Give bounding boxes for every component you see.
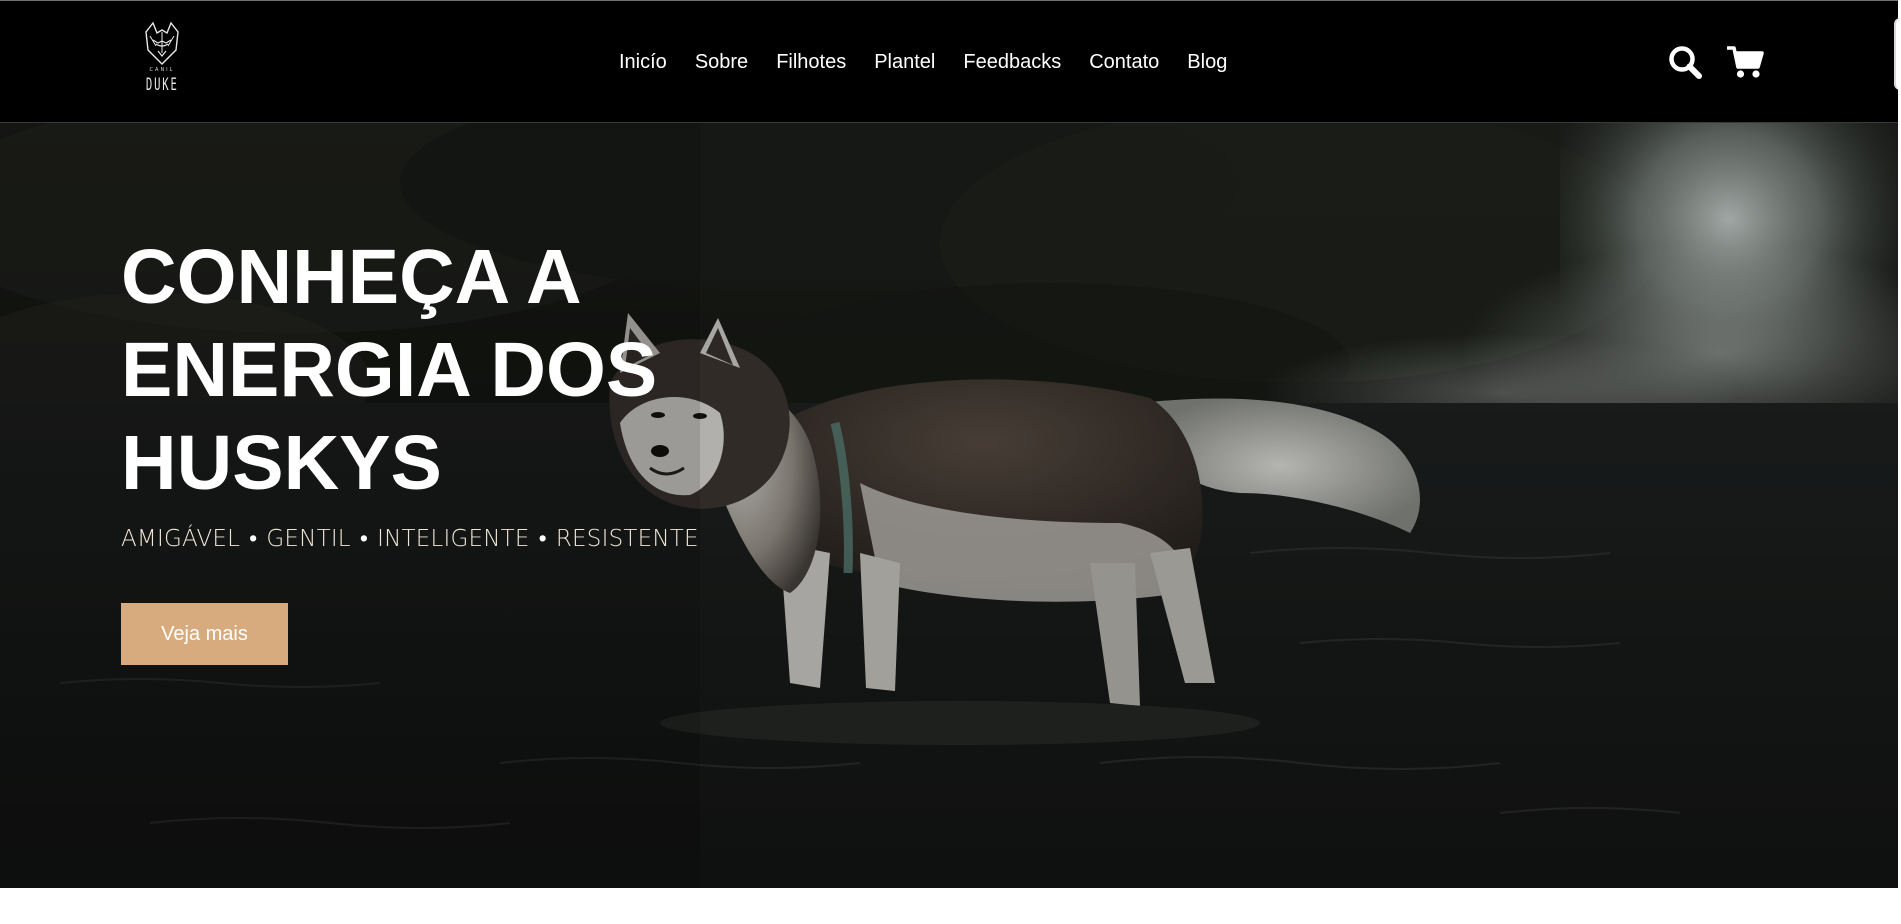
- cart-button[interactable]: [1726, 45, 1765, 79]
- search-icon: [1669, 46, 1702, 79]
- logo-brand-text: DUKE: [145, 75, 179, 95]
- hero-title: CONHEÇA A ENERGIA DOS HUSKYS: [121, 231, 741, 510]
- logo[interactable]: CANIL DUKE: [136, 20, 188, 102]
- hero-tagline: AMIGÁVEL • GENTIL • INTELIGENTE • RESISTENTE: [121, 525, 699, 552]
- nav-item-blog[interactable]: Blog: [1187, 48, 1227, 76]
- husky-head-icon: [145, 21, 179, 65]
- page: CONHEÇA A ENERGIA DOS HUSKYS AMIGÁVEL • GE…: [0, 0, 1901, 924]
- nav-item-sobre[interactable]: Sobre: [695, 48, 748, 76]
- hero-title-line: HUSKYS: [121, 420, 442, 506]
- tagline-separator: •: [249, 526, 258, 552]
- veja-mais-button[interactable]: Veja mais: [121, 603, 288, 665]
- site-header: CANIL DUKE Inicío Sobre Filhotes Plantel…: [0, 0, 1898, 123]
- tagline-word: AMIGÁVEL: [121, 526, 241, 552]
- nav-item-contato[interactable]: Contato: [1089, 48, 1159, 76]
- logo-small-text: CANIL: [149, 67, 175, 73]
- main-nav: Inicío Sobre Filhotes Plantel Feedbacks …: [619, 48, 1227, 76]
- tagline-word: INTELIGENTE: [377, 526, 530, 552]
- tagline-word: GENTIL: [266, 526, 351, 552]
- search-button[interactable]: [1668, 45, 1702, 79]
- nav-item-plantel[interactable]: Plantel: [874, 48, 935, 76]
- tagline-separator: •: [538, 526, 547, 552]
- hero-banner: CONHEÇA A ENERGIA DOS HUSKYS AMIGÁVEL • GE…: [0, 123, 1898, 888]
- hero-title-line: ENERGIA DOS: [121, 327, 658, 413]
- cart-icon: [1726, 46, 1764, 78]
- nav-item-feedbacks[interactable]: Feedbacks: [963, 48, 1061, 76]
- tagline-word: RESISTENTE: [555, 526, 699, 552]
- hero-title-line: CONHEÇA A: [121, 234, 582, 320]
- window-top-border: [0, 0, 1901, 1]
- nav-item-filhotes[interactable]: Filhotes: [776, 48, 846, 76]
- tagline-separator: •: [359, 526, 369, 552]
- nav-item-inicio[interactable]: Inicío: [619, 48, 667, 76]
- scrollbar-thumb[interactable]: [1894, 18, 1901, 90]
